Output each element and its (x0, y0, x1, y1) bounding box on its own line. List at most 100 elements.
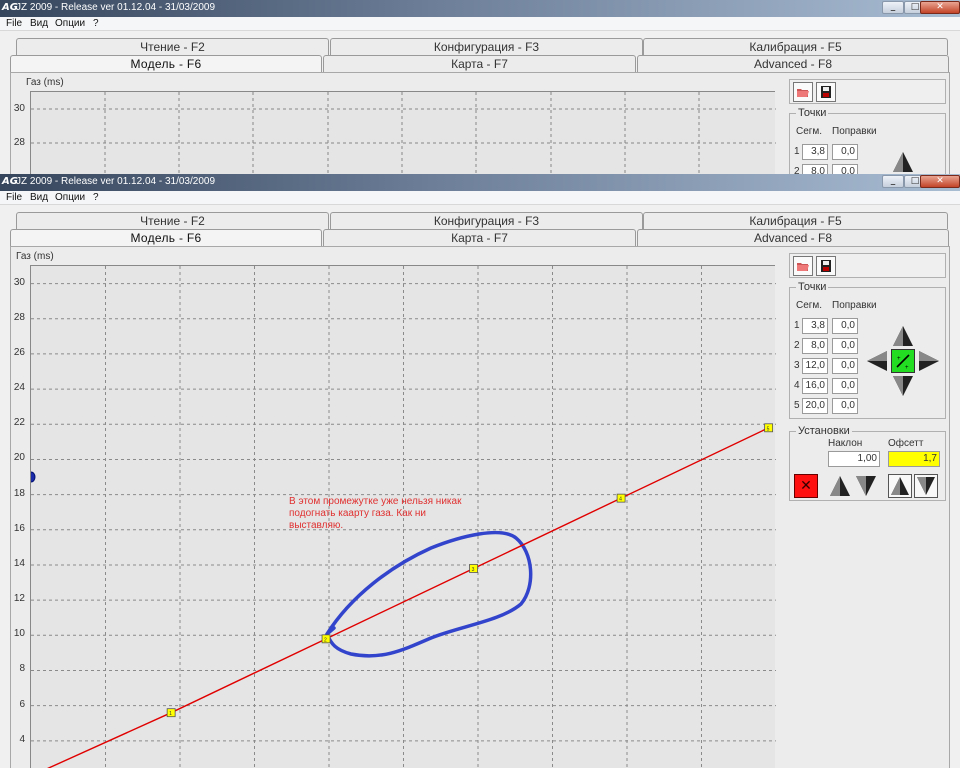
corr-field[interactable]: 0,0 (832, 338, 858, 354)
corr-field[interactable]: 0,0 (832, 378, 858, 394)
tab-model[interactable]: Модель - F6 (10, 55, 322, 73)
save-button[interactable] (816, 256, 836, 276)
floppy-icon (821, 86, 831, 98)
tab-calibration[interactable]: Калибрация - F5 (643, 212, 948, 229)
data-point-label: 2 (324, 637, 327, 643)
points-group: Точки Сегм. Поправки 1 3,8 0,0 2 8,0 0,0… (789, 281, 946, 419)
menu-view[interactable]: Вид (30, 18, 48, 29)
seg-field[interactable]: 8,0 (802, 164, 828, 174)
tab-row-1: Чтение - F2 Конфигурация - F3 Калибрация… (0, 38, 960, 55)
y-tick-label: 20 (13, 452, 25, 464)
col-corr-header: Поправки (832, 300, 877, 311)
folder-icon (797, 263, 809, 271)
chart-plot-area[interactable] (30, 91, 776, 174)
right-controls: Точки Сегм. Поправки 1 3,8 0,0 2 8,0 0,0… (789, 253, 949, 768)
y-tick-label: 4 (19, 733, 25, 745)
tab-config[interactable]: Конфигурация - F3 (330, 212, 643, 229)
axis-marker (26, 471, 36, 483)
y-tick-label: 24 (13, 382, 25, 394)
slope-up-icon[interactable] (828, 474, 852, 498)
title-bar[interactable]: AG JZ 2009 - Release ver 01.12.04 - 31/0… (0, 174, 960, 191)
reset-button[interactable]: ✕ (794, 474, 818, 498)
seg-field[interactable]: 3,8 (802, 144, 828, 160)
open-folder-button[interactable] (793, 256, 813, 276)
floppy-icon (821, 260, 831, 272)
corr-field[interactable]: 0,0 (832, 144, 858, 160)
seg-field[interactable]: 16,0 (802, 378, 828, 394)
data-point-label: 4 (619, 497, 622, 503)
down-arrow-icon[interactable] (891, 374, 915, 398)
annotation-note: В этом промежутке уже нельзя никак подог… (289, 496, 462, 531)
seg-field[interactable]: 12,0 (802, 358, 828, 374)
menu-help[interactable]: ? (93, 192, 99, 203)
y-tick-label: 8 (19, 663, 25, 675)
main-window: AG JZ 2009 - Release ver 01.12.04 - 31/0… (0, 174, 960, 768)
window-title: JZ 2009 - Release ver 01.12.04 - 31/03/2… (16, 2, 216, 13)
seg-field[interactable]: 3,8 (802, 318, 828, 334)
series-line (47, 427, 769, 768)
corr-field[interactable]: 0,0 (832, 398, 858, 414)
data-point-label: 5 (767, 426, 770, 432)
offset-down-button[interactable] (914, 474, 938, 498)
y-tick-label: 28 (13, 311, 25, 323)
hand-drawn-circle (325, 530, 533, 658)
tab-read[interactable]: Чтение - F2 (16, 38, 329, 55)
y-tick-label: 12 (13, 593, 25, 605)
minimize-button[interactable]: _ (882, 1, 904, 14)
tab-calibration[interactable]: Калибрация - F5 (643, 38, 948, 55)
points-title: Точки (796, 107, 829, 119)
seg-field[interactable]: 8,0 (802, 338, 828, 354)
down-arrow-icon (917, 477, 935, 495)
tab-read[interactable]: Чтение - F2 (16, 212, 329, 229)
y-tick-label: 6 (19, 698, 25, 710)
svg-text:+: + (897, 356, 901, 362)
menu-file[interactable]: File (6, 192, 22, 203)
window-title: JZ 2009 - Release ver 01.12.04 - 31/03/2… (16, 176, 216, 187)
data-point-label: 1 (169, 711, 172, 717)
close-button[interactable]: ✕ (920, 175, 960, 188)
tab-advanced[interactable]: Advanced - F8 (637, 229, 949, 246)
close-button[interactable]: ✕ (920, 1, 960, 14)
offset-field[interactable]: 1,7 (888, 451, 940, 467)
tab-map[interactable]: Карта - F7 (323, 229, 636, 246)
corr-field[interactable]: 0,0 (832, 318, 858, 334)
app-logo: AG (2, 2, 18, 13)
settings-group: Установки Наклон Офсетт 1,00 1,7 ✕ (789, 425, 946, 501)
up-arrow-icon[interactable] (891, 324, 915, 348)
y-tick-label: 26 (13, 346, 25, 358)
background-window: AG JZ 2009 - Release ver 01.12.04 - 31/0… (0, 0, 960, 174)
center-button[interactable]: + + (891, 349, 915, 373)
menu-view[interactable]: Вид (30, 192, 48, 203)
app-logo: AG (2, 176, 18, 187)
offset-up-button[interactable] (888, 474, 912, 498)
right-arrow-icon[interactable] (917, 349, 941, 373)
title-bar[interactable]: AG JZ 2009 - Release ver 01.12.04 - 31/0… (0, 0, 960, 17)
tab-map[interactable]: Карта - F7 (323, 55, 636, 72)
folder-icon (797, 89, 809, 97)
minimize-button[interactable]: _ (882, 175, 904, 188)
tab-model[interactable]: Модель - F6 (10, 229, 322, 247)
menu-help[interactable]: ? (93, 18, 99, 29)
open-folder-button[interactable] (793, 82, 813, 102)
tab-config[interactable]: Конфигурация - F3 (330, 38, 643, 55)
corr-field[interactable]: 0,0 (832, 358, 858, 374)
seg-field[interactable]: 20,0 (802, 398, 828, 414)
menu-file[interactable]: File (6, 18, 22, 29)
y-axis-label: Газ (ms) (26, 77, 64, 88)
settings-title: Установки (796, 425, 852, 437)
menu-options[interactable]: Опции (55, 192, 85, 203)
slope-field[interactable]: 1,00 (828, 451, 880, 467)
save-button[interactable] (816, 82, 836, 102)
y-tick-label: 22 (13, 417, 25, 429)
corr-field[interactable]: 0,0 (832, 164, 858, 174)
menu-options[interactable]: Опции (55, 18, 85, 29)
points-group: Точки Сегм. Поправки 1 3,8 0,0 2 8,0 0,0 (789, 107, 946, 174)
slope-down-icon[interactable] (854, 474, 878, 498)
y-tick-label: 18 (13, 487, 25, 499)
left-arrow-icon[interactable] (865, 349, 889, 373)
y-tick-label: 30 (13, 103, 25, 114)
chart-plot-area[interactable]: 1 2 3 4 5 В этом промежутке уже нельзя никак… (26, 265, 776, 768)
data-point-label: 3 (472, 567, 475, 573)
tab-advanced[interactable]: Advanced - F8 (637, 55, 949, 72)
up-arrow-icon[interactable] (891, 150, 915, 174)
